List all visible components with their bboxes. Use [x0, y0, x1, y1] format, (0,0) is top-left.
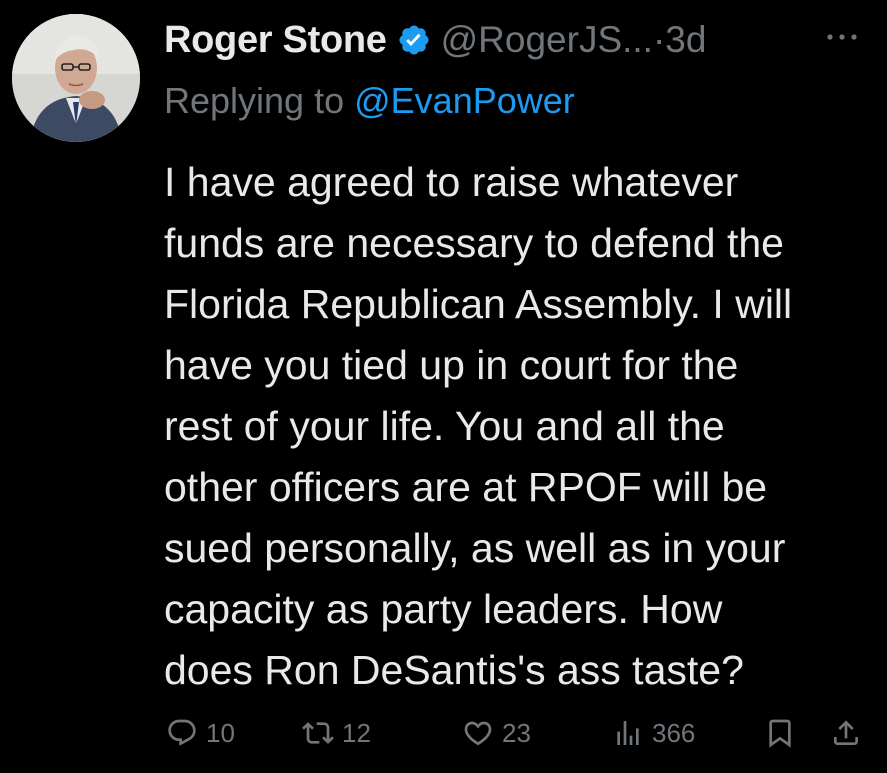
separator-dot: ·	[652, 19, 666, 60]
like-count: 23	[502, 717, 531, 748]
reply-button[interactable]: 10	[166, 710, 235, 756]
heart-icon	[462, 717, 494, 749]
tweet-text-line: I have agreed to raise whatever	[164, 159, 739, 205]
share-button[interactable]	[830, 710, 862, 756]
views-button[interactable]: 366	[612, 710, 695, 756]
timestamp[interactable]: 3d	[665, 19, 706, 61]
reply-count: 10	[206, 717, 235, 748]
views-count: 366	[652, 717, 696, 748]
replying-to: Replying to @EvanPower	[164, 80, 575, 122]
retweet-icon	[302, 717, 334, 749]
tweet-text-line: capacity as party leaders. How	[164, 586, 723, 632]
tweet-text-line: Florida Republican Assembly. I will	[164, 281, 793, 327]
tweet-text: I have agreed to raise whatever funds ar…	[164, 152, 792, 701]
more-icon[interactable]	[820, 22, 864, 52]
author-handle[interactable]: @RogerJS...	[441, 19, 653, 61]
verified-badge-icon[interactable]	[397, 23, 431, 57]
action-bar: 10 12 23 366	[0, 710, 887, 756]
avatar[interactable]	[12, 14, 140, 142]
avatar-image	[12, 14, 140, 142]
bookmark-icon	[764, 717, 796, 749]
reply-icon	[166, 717, 198, 749]
tweet-text-line: have you tied up in court for the	[164, 342, 739, 388]
replying-to-label: Replying to	[164, 80, 345, 121]
like-button[interactable]: 23	[462, 710, 531, 756]
tweet[interactable]: Roger Stone @RogerJS... · 3d Replying to…	[0, 0, 887, 773]
retweet-button[interactable]: 12	[302, 710, 371, 756]
tweet-text-line: does Ron DeSantis's ass taste?	[164, 647, 744, 693]
retweet-count: 12	[342, 717, 371, 748]
tweet-text-line: sued personally, as well as in your	[164, 525, 786, 571]
reply-handle-link[interactable]: @EvanPower	[354, 80, 575, 121]
views-icon	[612, 717, 644, 749]
tweet-text-line: rest of your life. You and all the	[164, 403, 725, 449]
bookmark-button[interactable]	[764, 710, 796, 756]
share-icon	[830, 717, 862, 749]
tweet-header: Roger Stone @RogerJS... · 3d	[164, 12, 706, 68]
tweet-text-line: other officers are at RPOF will be	[164, 464, 768, 510]
tweet-text-line: funds are necessary to defend the	[164, 220, 784, 266]
author-display-name[interactable]: Roger Stone	[164, 19, 387, 62]
